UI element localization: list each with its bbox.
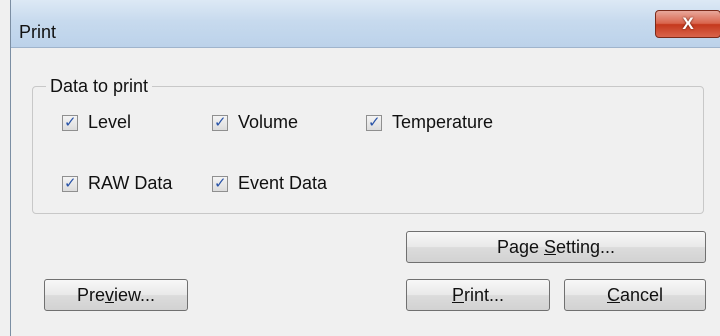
raw-data-label: RAW Data	[88, 173, 173, 193]
title-bar[interactable]: Print X	[11, 0, 720, 48]
level-checkbox[interactable]: Level	[62, 112, 131, 133]
print-mnemonic: P	[451, 284, 464, 305]
page-setting-mnemonic: S	[543, 236, 556, 257]
temperature-label: Temperature	[392, 112, 494, 132]
page-setting-button[interactable]: Page Setting...	[406, 231, 706, 263]
cancel-post: ancel	[619, 284, 664, 305]
checkbox-checked-icon[interactable]	[62, 174, 78, 192]
page-setting-pre: Page	[496, 236, 544, 257]
cancel-button[interactable]: Cancel	[564, 279, 706, 311]
data-to-print-group	[32, 86, 704, 214]
level-label: Level	[88, 112, 132, 132]
event-data-label: Event Data	[238, 173, 328, 193]
checkbox-checked-icon[interactable]	[366, 113, 382, 131]
preview-pre: Pre	[76, 284, 105, 305]
preview-post: iew...	[113, 284, 156, 305]
print-button[interactable]: Print...	[406, 279, 550, 311]
cancel-mnemonic: C	[606, 284, 620, 305]
raw-data-checkbox[interactable]: RAW Data	[62, 173, 172, 194]
volume-checkbox[interactable]: Volume	[212, 112, 298, 133]
preview-mnemonic: v	[104, 284, 114, 305]
temperature-checkbox[interactable]: Temperature	[366, 112, 493, 133]
page-setting-post: etting...	[556, 236, 616, 257]
close-icon: X	[682, 14, 694, 33]
volume-label: Volume	[238, 112, 299, 132]
checkbox-checked-icon[interactable]	[62, 113, 78, 131]
checkbox-checked-icon[interactable]	[212, 113, 228, 131]
event-data-checkbox[interactable]: Event Data	[212, 173, 327, 194]
group-legend: Data to print	[46, 76, 153, 97]
checkbox-checked-icon[interactable]	[212, 174, 228, 192]
close-button[interactable]: X	[655, 10, 720, 38]
print-post: rint...	[464, 284, 505, 305]
window-title: Print	[19, 22, 57, 42]
preview-button[interactable]: Pre v iew...	[44, 279, 188, 311]
